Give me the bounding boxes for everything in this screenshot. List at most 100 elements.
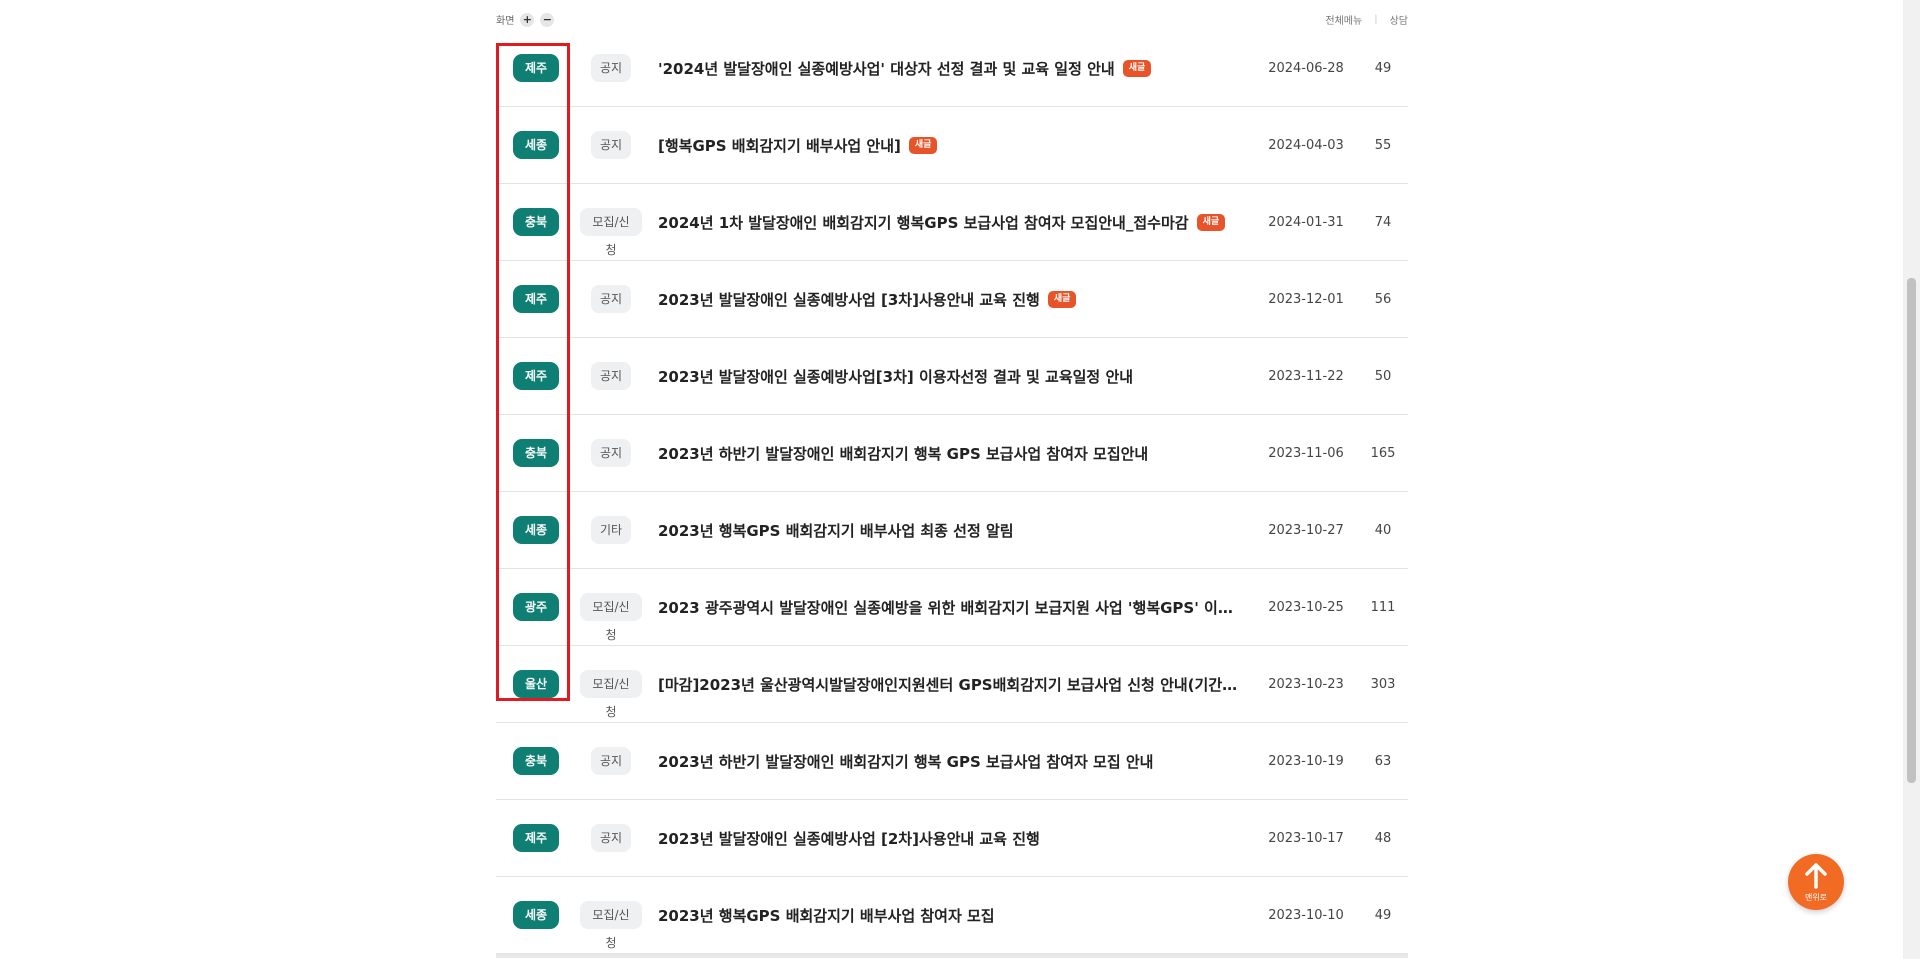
category-badge: 공지	[590, 285, 632, 313]
board-list: 제주 공지 '2024년 발달장애인 실종예방사업' 대상자 선정 결과 및 교육 …	[496, 30, 1408, 954]
category-cell: 모집/신청	[580, 593, 642, 642]
post-title-link[interactable]: 2023년 발달장애인 실종예방사업 [2차]사용안내 교육 진행	[658, 828, 1238, 849]
category-badge: 기타	[590, 516, 632, 544]
table-row[interactable]: 세종 모집/신청 2023년 행복GPS 배회감지기 배부사업 참여자 모집 2023…	[496, 877, 1408, 954]
post-title-link[interactable]: 2023년 행복GPS 배회감지기 배부사업 참여자 모집	[658, 905, 1238, 926]
category-badge: 공지	[590, 362, 632, 390]
table-row[interactable]: 제주 공지 2023년 발달장애인 실종예방사업 [3차]사용안내 교육 진행 새글 2…	[496, 261, 1408, 338]
post-title-text: 2023년 하반기 발달장애인 배회감지기 행복 GPS 보급사업 참여자 모집…	[658, 752, 1154, 771]
region-badge: 제주	[513, 362, 559, 390]
post-title-text: 2024년 1차 발달장애인 배회감지기 행복GPS 보급사업 참여자 모집안내…	[658, 213, 1189, 232]
category-badge: 공지	[590, 439, 632, 467]
post-date: 2023-10-19	[1268, 753, 1344, 769]
region-badge: 제주	[513, 285, 559, 313]
post-title-link[interactable]: 2023년 발달장애인 실종예방사업[3차] 이용자선정 결과 및 교육일정 안…	[658, 366, 1238, 387]
view-count: 111	[1370, 599, 1396, 615]
view-count: 165	[1370, 445, 1396, 461]
category-cell: 모집/신청	[580, 208, 642, 257]
table-row[interactable]: 광주 모집/신청 2023 광주광역시 발달장애인 실종예방을 위한 배회감지기 보…	[496, 569, 1408, 646]
post-title-text: [마감]2023년 울산광역시발달장애인지원센터 GPS배회감지기 보급사업 신…	[658, 675, 1238, 694]
category-badge: 공지	[590, 824, 632, 852]
table-row[interactable]: 제주 공지 2023년 발달장애인 실종예방사업[3차] 이용자선정 결과 및 교육…	[496, 338, 1408, 415]
utility-bar: 화면 + − 전체메뉴 | 상담	[496, 12, 1408, 28]
zoom-label: 화면	[496, 16, 515, 27]
post-title-link[interactable]: 2023년 행복GPS 배회감지기 배부사업 최종 선정 알림	[658, 520, 1238, 541]
post-title-link[interactable]: 2023 광주광역시 발달장애인 실종예방을 위한 배회감지기 보급지원 사업 …	[658, 597, 1238, 618]
post-title-text: 2023년 행복GPS 배회감지기 배부사업 참여자 모집	[658, 906, 995, 925]
post-date: 2023-10-27	[1268, 522, 1344, 538]
back-to-top-button[interactable]: 맨위로	[1788, 854, 1844, 910]
zoom-out-button[interactable]: −	[540, 12, 555, 27]
category-cell: 공지	[580, 824, 642, 852]
category-badge: 모집/신청	[580, 208, 642, 257]
divider: |	[1374, 14, 1378, 25]
region-badge: 충북	[513, 208, 559, 236]
post-title-text: 2023년 발달장애인 실종예방사업 [2차]사용안내 교육 진행	[658, 829, 1040, 848]
zoom-controls: 화면 + −	[496, 12, 555, 27]
view-count: 74	[1374, 214, 1392, 230]
region-badge: 제주	[513, 54, 559, 82]
category-cell: 모집/신청	[580, 670, 642, 719]
category-badge: 공지	[590, 54, 632, 82]
view-count: 49	[1374, 60, 1392, 76]
region-badge: 제주	[513, 824, 559, 852]
table-row[interactable]: 충북 공지 2023년 하반기 발달장애인 배회감지기 행복 GPS 보급사업 참여…	[496, 723, 1408, 800]
post-date: 2023-10-23	[1268, 676, 1344, 692]
post-title-link[interactable]: 2024년 1차 발달장애인 배회감지기 행복GPS 보급사업 참여자 모집안내…	[658, 212, 1238, 233]
table-row[interactable]: 세종 공지 [행복GPS 배회감지기 배부사업 안내] 새글 2024-04-03 55	[496, 107, 1408, 184]
arrow-up-icon	[1805, 863, 1827, 889]
table-row[interactable]: 충북 모집/신청 2024년 1차 발달장애인 배회감지기 행복GPS 보급사업 참…	[496, 184, 1408, 261]
post-date: 2024-01-31	[1268, 214, 1344, 230]
post-title-link[interactable]: [행복GPS 배회감지기 배부사업 안내] 새글	[658, 135, 1238, 156]
vertical-scrollbar[interactable]	[1903, 0, 1920, 959]
all-menu-link[interactable]: 전체메뉴	[1325, 12, 1362, 27]
post-date: 2023-11-22	[1268, 368, 1344, 384]
region-badge: 충북	[513, 747, 559, 775]
table-row[interactable]: 울산 모집/신청 [마감]2023년 울산광역시발달장애인지원센터 GPS배회감지기…	[496, 646, 1408, 723]
post-date: 2024-04-03	[1268, 137, 1344, 153]
view-count: 48	[1374, 830, 1392, 846]
table-row[interactable]: 제주 공지 2023년 발달장애인 실종예방사업 [2차]사용안내 교육 진행 202…	[496, 800, 1408, 877]
post-title-link[interactable]: 2023년 하반기 발달장애인 배회감지기 행복 GPS 보급사업 참여자 모집…	[658, 751, 1238, 772]
category-cell: 공지	[580, 362, 642, 390]
utility-links: 전체메뉴 | 상담	[1325, 12, 1408, 27]
view-count: 55	[1374, 137, 1392, 153]
post-title-link[interactable]: 2023년 발달장애인 실종예방사업 [3차]사용안내 교육 진행 새글	[658, 289, 1238, 310]
post-title-link[interactable]: '2024년 발달장애인 실종예방사업' 대상자 선정 결과 및 교육 일정 안…	[658, 58, 1238, 79]
post-title-text: [행복GPS 배회감지기 배부사업 안내]	[658, 136, 901, 155]
category-badge: 공지	[590, 747, 632, 775]
region-badge: 광주	[513, 593, 559, 621]
new-badge: 새글	[1047, 290, 1077, 308]
zoom-in-button[interactable]: +	[520, 12, 535, 27]
category-badge: 모집/신청	[580, 670, 642, 719]
post-date: 2023-12-01	[1268, 291, 1344, 307]
post-title-text: 2023년 하반기 발달장애인 배회감지기 행복 GPS 보급사업 참여자 모집…	[658, 444, 1149, 463]
category-cell: 공지	[580, 439, 642, 467]
category-cell: 기타	[580, 516, 642, 544]
table-row[interactable]: 충북 공지 2023년 하반기 발달장애인 배회감지기 행복 GPS 보급사업 참여…	[496, 415, 1408, 492]
view-count: 303	[1370, 676, 1396, 692]
category-badge: 모집/신청	[580, 593, 642, 642]
post-title-text: 2023 광주광역시 발달장애인 실종예방을 위한 배회감지기 보급지원 사업 …	[658, 598, 1238, 617]
post-date: 2023-10-17	[1268, 830, 1344, 846]
view-count: 63	[1374, 753, 1392, 769]
new-badge: 새글	[908, 136, 938, 154]
category-cell: 공지	[580, 131, 642, 159]
page: 화면 + − 전체메뉴 | 상담 제주 공지 '2024년 발달장애인 실종예방사업…	[0, 0, 1920, 959]
post-title-text: '2024년 발달장애인 실종예방사업' 대상자 선정 결과 및 교육 일정 안…	[658, 59, 1115, 78]
post-title-text: 2023년 행복GPS 배회감지기 배부사업 최종 선정 알림	[658, 521, 1014, 540]
category-cell: 모집/신청	[580, 901, 642, 950]
new-badge: 새글	[1122, 59, 1152, 77]
post-title-link[interactable]: 2023년 하반기 발달장애인 배회감지기 행복 GPS 보급사업 참여자 모집…	[658, 443, 1238, 464]
table-row[interactable]: 제주 공지 '2024년 발달장애인 실종예방사업' 대상자 선정 결과 및 교육 …	[496, 30, 1408, 107]
scrollbar-thumb[interactable]	[1907, 278, 1916, 783]
region-badge: 세종	[513, 516, 559, 544]
table-row[interactable]: 세종 기타 2023년 행복GPS 배회감지기 배부사업 최종 선정 알림 2023-…	[496, 492, 1408, 569]
post-title-text: 2023년 발달장애인 실종예방사업[3차] 이용자선정 결과 및 교육일정 안…	[658, 367, 1134, 386]
post-title-link[interactable]: [마감]2023년 울산광역시발달장애인지원센터 GPS배회감지기 보급사업 신…	[658, 674, 1238, 695]
view-count: 56	[1374, 291, 1392, 307]
consult-link[interactable]: 상담	[1390, 12, 1408, 27]
post-date: 2023-10-25	[1268, 599, 1344, 615]
new-badge: 새글	[1196, 213, 1226, 231]
region-badge: 세종	[513, 131, 559, 159]
